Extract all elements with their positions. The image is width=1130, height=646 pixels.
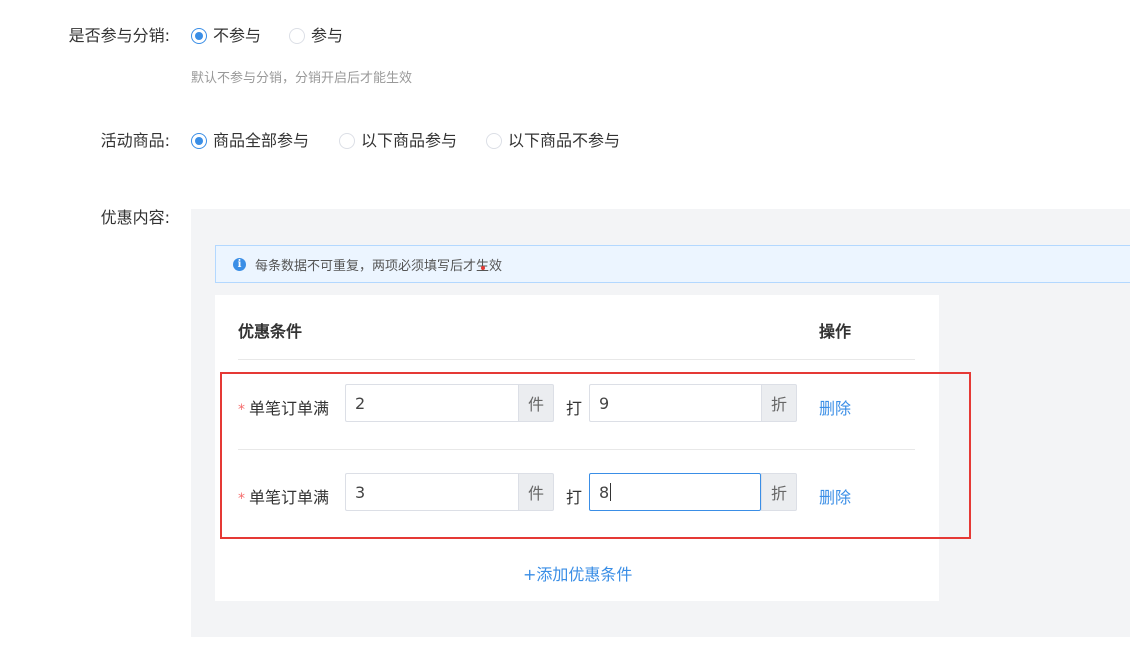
column-header-condition: 优惠条件: [238, 322, 303, 341]
alert-text: 每条数据不可重复，两项必须填写后才生效: [255, 258, 503, 274]
radio-participate[interactable]: 参与: [289, 26, 343, 46]
radio-all-products[interactable]: 商品全部参与: [191, 131, 309, 151]
header-divider: [238, 359, 915, 360]
distribution-label: 是否参与分销:: [68, 26, 170, 45]
radio-circle: [339, 133, 355, 149]
radio-label: 商品全部参与: [213, 131, 310, 150]
info-alert: i 每条数据不可重复，两项必须填写后才生效: [215, 245, 1130, 283]
radio-circle: [486, 133, 502, 149]
radio-label: 参与: [311, 26, 344, 45]
highlight-box: [220, 372, 971, 539]
products-label: 活动商品:: [100, 131, 170, 150]
info-icon: i: [233, 257, 246, 271]
radio-not-participate[interactable]: 不参与: [191, 26, 261, 46]
radio-circle: [191, 28, 207, 44]
discount-label: 优惠内容:: [100, 208, 170, 227]
radio-label: 不参与: [213, 26, 262, 45]
radio-circle: [191, 133, 207, 149]
distribution-hint: 默认不参与分销，分销开启后才能生效: [191, 71, 413, 86]
add-condition-link[interactable]: +添加优惠条件: [523, 561, 632, 585]
column-header-action: 操作: [819, 322, 852, 341]
radio-label: 以下商品不参与: [508, 131, 621, 150]
radio-circle: [289, 28, 305, 44]
radio-label: 以下商品参与: [361, 131, 458, 150]
red-dot-marker: [481, 266, 485, 270]
radio-included-products[interactable]: 以下商品参与: [339, 131, 457, 151]
radio-excluded-products[interactable]: 以下商品不参与: [486, 131, 620, 151]
